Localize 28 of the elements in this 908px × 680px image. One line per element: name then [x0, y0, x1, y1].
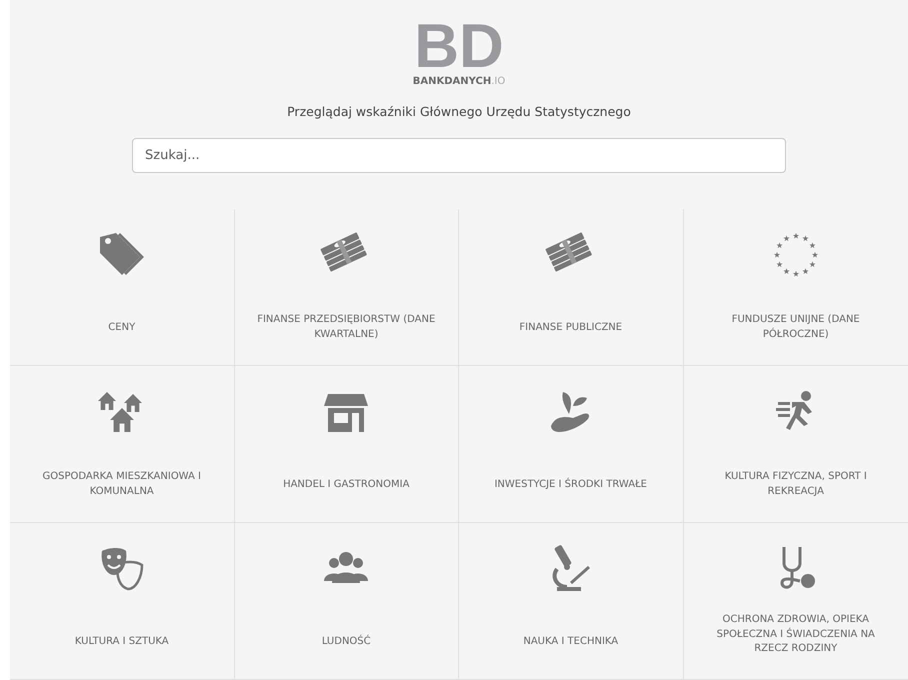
category-label: KULTURA FIZYCZNA, SPORT I REKREACJA: [724, 470, 868, 499]
category-label: OCHRONA ZDROWIA, OPIEKA SPOŁECZNA I ŚWIADCZENIA NA RZECZ RODZINY: [716, 613, 876, 656]
category-tile[interactable]: CENY: [10, 208, 234, 366]
category-label: CENY: [107, 320, 136, 334]
category-label: FUNDUSZE UNIJNE (DANE PÓŁROCZNE): [730, 313, 861, 342]
category-label: KULTURA I SZTUKA: [74, 634, 170, 648]
category-label: NAUKA I TECHNIKA: [522, 634, 620, 648]
logo-text: BANKDANYCH.IO: [412, 76, 506, 87]
category-label: LUDNOŚĆ: [320, 634, 372, 648]
category-label: HANDEL I GASTRONOMIA: [282, 478, 410, 492]
category-label: INWESTYCJE I ŚRODKI TRWAŁE: [493, 476, 648, 492]
category-tile[interactable]: INWESTYCJE I ŚRODKI TRWAŁE: [459, 366, 684, 523]
category-tile[interactable]: KULTURA I SZTUKA: [10, 522, 234, 680]
category-tile[interactable]: NAUKA I TECHNIKA: [459, 522, 684, 680]
search-field[interactable]: Szukaj...: [132, 138, 786, 173]
category-tile[interactable]: GOSPODARKA MIESZKANIOWA I KOMUNALNA: [10, 366, 234, 523]
category-tile[interactable]: FINANSE PRZEDSIĘBIORSTW (DANE KWARTALNE): [234, 208, 459, 366]
category-tile[interactable]: OCHRONA ZDROWIA, OPIEKA SPOŁECZNA I ŚWIADCZENIA NA RZECZ RODZINY: [684, 522, 908, 680]
tagline: Przeglądaj wskaźniki Głównego Urzędu Statystycznego: [287, 103, 631, 121]
category-label: FINANSE PRZEDSIĘBIORSTW (DANE KWARTALNE): [256, 313, 436, 342]
category-tile[interactable]: HANDEL I GASTRONOMIA: [234, 366, 459, 523]
category-label: GOSPODARKA MIESZKANIOWA I KOMUNALNA: [41, 470, 202, 499]
category-tile[interactable]: FINANSE PUBLICZNE: [459, 208, 684, 366]
logo-mark: BD: [414, 16, 504, 78]
category-label: FINANSE PUBLICZNE: [518, 320, 624, 334]
category-tile[interactable]: KULTURA FIZYCZNA, SPORT I REKREACJA: [684, 366, 908, 523]
category-tile[interactable]: LUDNOŚĆ: [234, 522, 459, 680]
category-tile[interactable]: FUNDUSZE UNIJNE (DANE PÓŁROCZNE): [684, 208, 908, 366]
